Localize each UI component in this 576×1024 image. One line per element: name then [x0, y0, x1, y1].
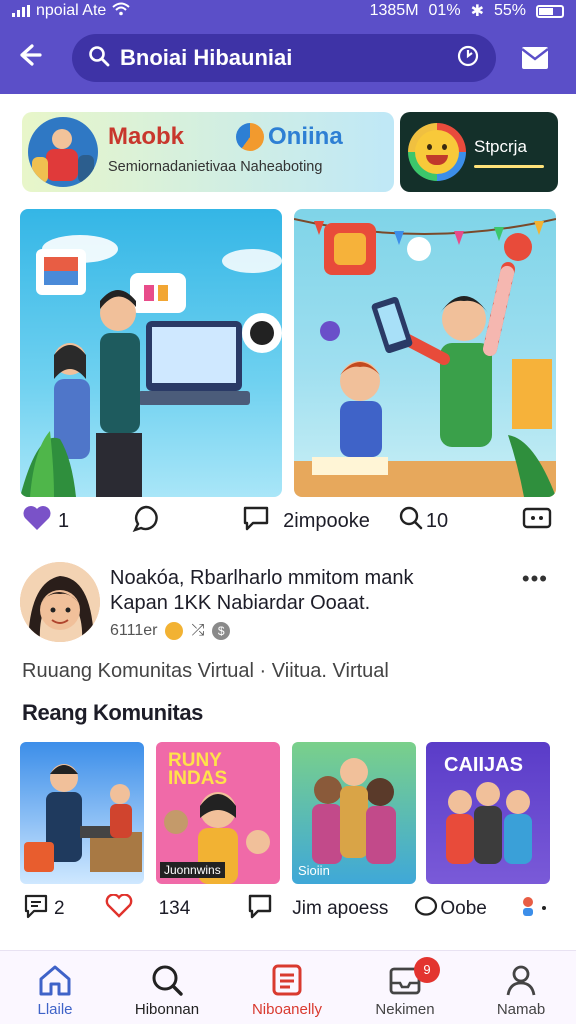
community-thumb-3[interactable]: Sioiin — [292, 742, 416, 884]
battery-icon — [536, 4, 564, 18]
more-options-icon[interactable]: ••• — [522, 566, 548, 592]
search-comment-icon[interactable] — [398, 505, 424, 537]
person-icon — [506, 965, 536, 996]
people-icon[interactable] — [518, 894, 550, 924]
nav-label-messages: Nekimen — [375, 1001, 435, 1018]
nav-item-messages[interactable]: 9 Nekimen — [350, 957, 460, 1018]
community-thumb-2[interactable]: RUNY INDAS Juonnwins — [156, 742, 280, 884]
nav-item-search[interactable]: Hibonnan — [112, 963, 222, 1018]
community-thumb-1[interactable] — [20, 742, 144, 884]
avatar[interactable] — [20, 562, 100, 642]
back-arrow-icon[interactable] — [14, 40, 50, 76]
smiley-icon — [408, 123, 466, 181]
thumb-2-tag: Juonnwins — [160, 862, 225, 878]
like-count-2: 134 — [158, 898, 191, 919]
heart-icon[interactable] — [22, 505, 52, 537]
feature-card-celebration[interactable] — [294, 209, 556, 497]
community-reaction-bar: 2 134 Jim apoess Oobe — [22, 893, 556, 925]
banner-subtitle: Semiornadanietivaa Naheaboting — [108, 159, 323, 175]
wifi-icon — [112, 2, 130, 21]
bubble-icon[interactable] — [414, 895, 438, 923]
top-app-bar: Bnoiai Hibauniai — [0, 22, 576, 94]
shuffle-icon: ⤮ — [191, 622, 205, 639]
document-icon — [272, 964, 302, 996]
nav-item-feed[interactable]: Niboanelly — [232, 963, 342, 1018]
promo-banner-secondary[interactable]: Stpcrja — [400, 112, 558, 192]
comment-count: 10 — [425, 509, 449, 532]
emoji-icon — [165, 622, 184, 640]
nav-label-search: Hibonnan — [134, 1001, 200, 1018]
community-thumbnail-row: RUNY INDAS Juonnwins Sioiin CAIIJAS — [20, 742, 550, 884]
thumb-3-tag: Sioiin — [298, 863, 330, 878]
feature-card-meeting[interactable] — [20, 209, 282, 497]
inbox-icon[interactable] — [520, 44, 550, 72]
home-icon — [39, 965, 71, 996]
celebration-illustration — [294, 218, 556, 497]
nav-item-home[interactable]: Llaile — [0, 963, 110, 1018]
bluetooth-icon: ✱ — [470, 3, 484, 20]
heart-outline-icon[interactable] — [105, 893, 133, 924]
search-icon — [88, 45, 110, 72]
battery-text: 55% — [493, 2, 526, 19]
banner-avatar-illustration — [28, 117, 98, 187]
carrier-text: npoial Ate — [36, 2, 107, 19]
extra-count: Oobe — [440, 898, 487, 919]
promo-banner-primary[interactable]: Maobk Oniina Semiornadanietivaa Naheabot… — [22, 112, 394, 192]
clock-text: 1385M — [369, 2, 419, 19]
section-title: Reang Komunitas — [22, 700, 204, 725]
banner2-line-decoration — [474, 164, 544, 168]
feature-reaction-bar: 1 2impooke 10 — [22, 505, 556, 537]
post-time: 6111er — [110, 622, 158, 639]
notification-badge: 9 — [414, 957, 440, 983]
status-bar: npoial Ate 1385M 01% ✱ 55% — [0, 0, 576, 22]
banner-title: Maobk — [108, 123, 185, 150]
share-count-2: Jim apoess — [292, 898, 389, 919]
banner-title-secondary: Oniina — [268, 123, 343, 150]
search-query: Bnoiai Hibauniai — [120, 45, 293, 70]
banner-logo-icon — [236, 123, 264, 151]
bottom-navigation: Llaile Hibonnan Niboanelly 9 Nekimen Nam… — [0, 950, 576, 1024]
percent-text: 01% — [428, 2, 461, 19]
banner2-title: Stpcrja — [474, 136, 527, 156]
comment-count-2: 2 — [54, 898, 65, 919]
nav-label-home: Llaile — [37, 1001, 73, 1018]
like-count: 1 — [58, 509, 70, 532]
comment-list-icon[interactable] — [22, 893, 50, 925]
nav-label-feed: Niboanelly — [251, 1001, 323, 1018]
feature-card-grid — [20, 209, 558, 497]
community-thumb-4[interactable]: CAIIJAS — [426, 742, 550, 884]
post-text-line1: Noakóa, Rbarlharlo mmitom mank — [110, 567, 414, 589]
nav-item-profile[interactable]: Namab — [466, 963, 576, 1018]
post-text-line2: Kapan 1KK Nabiardar Ooaat. — [110, 592, 371, 614]
community-subtitle: Ruuang Komunitas Virtual · Viitua. Virtu… — [22, 660, 389, 682]
share-count: 2impooke — [283, 509, 370, 532]
post-item[interactable]: Noakóa, Rbarlharlo mmitom mank Kapan 1KK… — [20, 560, 556, 644]
dollar-icon: $ — [212, 622, 231, 640]
thumb-4-title: CAIIJAS — [444, 754, 523, 776]
search-bar[interactable]: Bnoiai Hibauniai — [72, 34, 496, 82]
nav-label-profile: Namab — [496, 1001, 546, 1018]
meeting-illustration — [20, 235, 282, 497]
comment-icon[interactable] — [131, 504, 161, 538]
share-bubble-icon-2[interactable] — [246, 893, 274, 925]
refresh-icon[interactable] — [456, 44, 480, 73]
caption-icon[interactable] — [522, 507, 552, 535]
signal-icon — [12, 5, 30, 17]
share-bubble-icon[interactable] — [241, 504, 271, 538]
search-nav-icon — [152, 965, 183, 996]
